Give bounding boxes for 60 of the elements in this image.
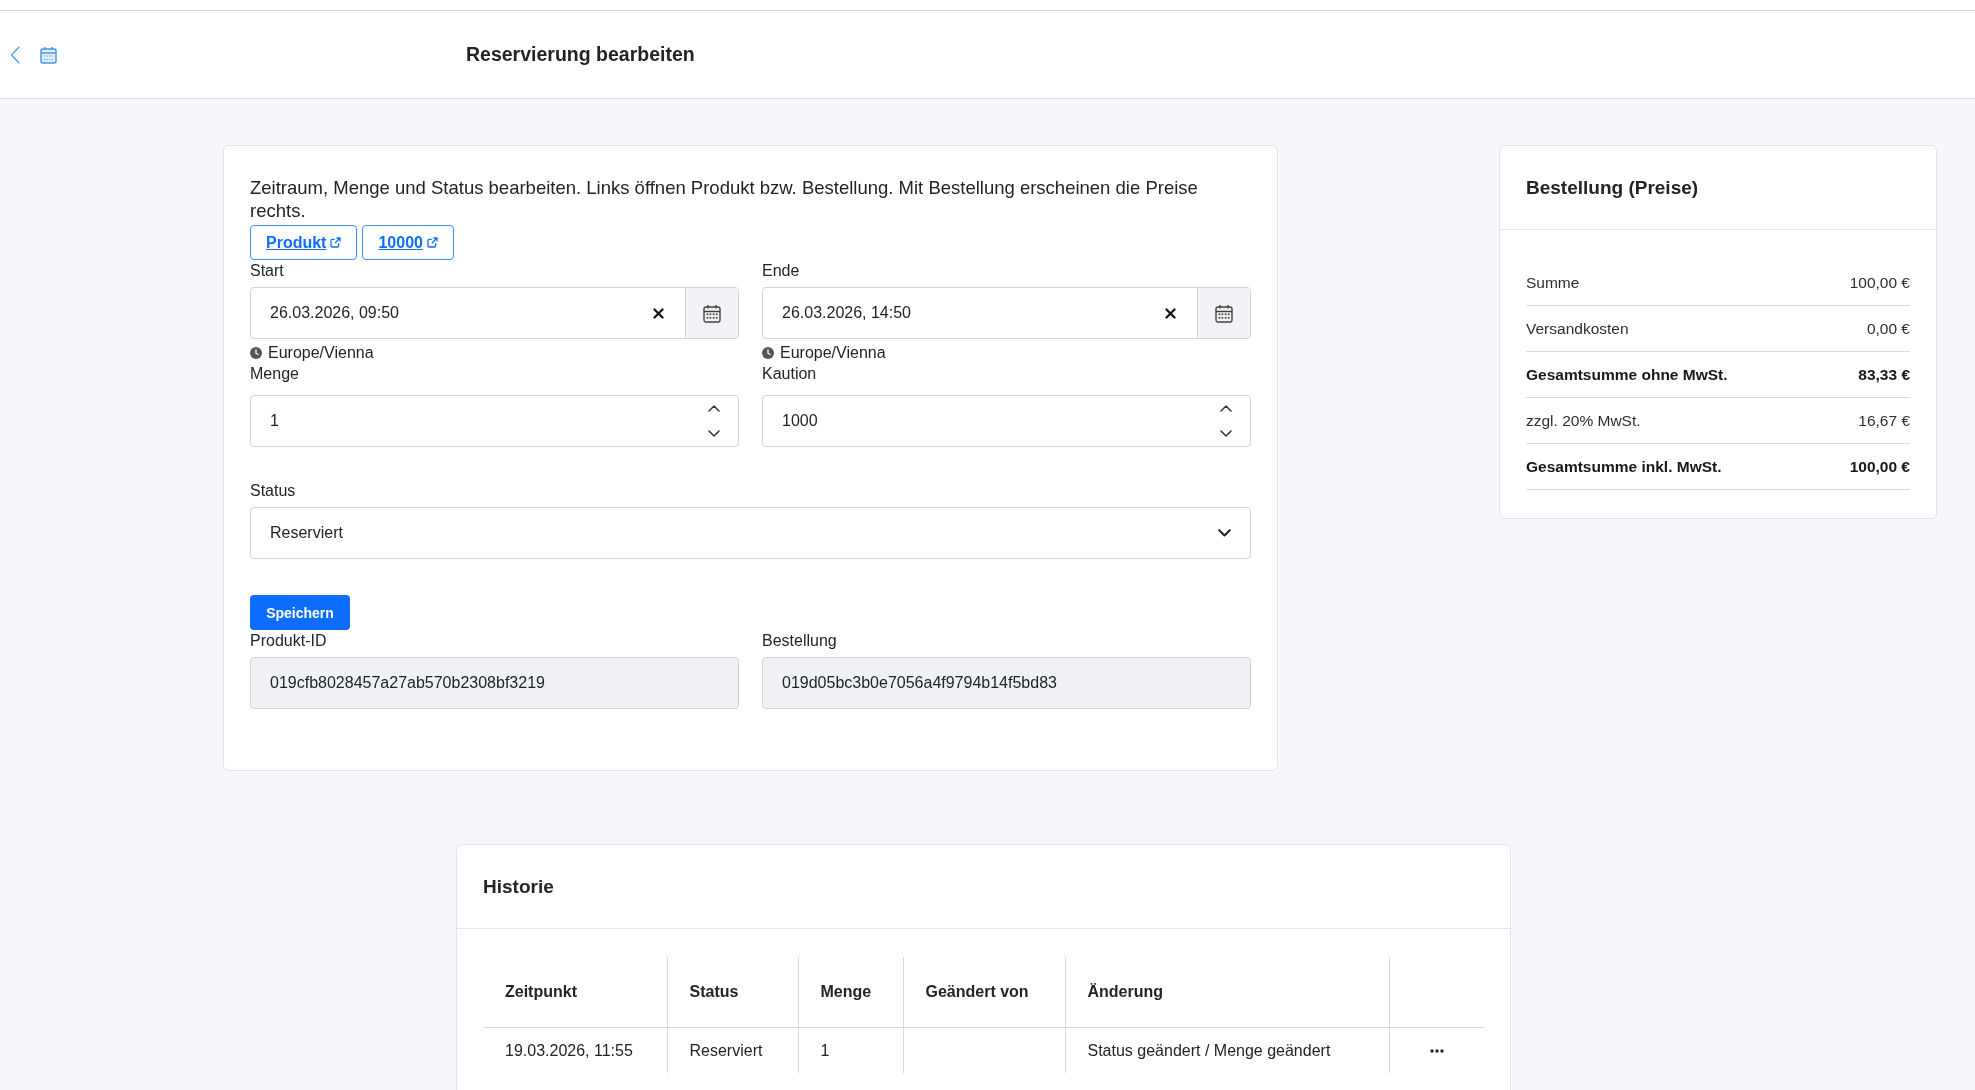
page-title: Reservierung bearbeiten <box>466 43 695 66</box>
close-icon[interactable] <box>653 307 664 319</box>
date-field[interactable]: 26.03.2026, 14:50 <box>762 287 1251 339</box>
calendar-button[interactable] <box>685 288 738 338</box>
chevron-up-icon[interactable] <box>1220 405 1232 412</box>
readonly-field[interactable]: 019cfb8028457a27ab570b2308bf3219 <box>250 657 739 709</box>
clock-icon <box>250 347 262 359</box>
field-label: Menge <box>250 364 300 384</box>
timezone-label: Europe/Vienna <box>780 343 886 363</box>
chevron-down-icon[interactable] <box>708 430 720 437</box>
price-value: 16,67 € <box>1858 412 1910 430</box>
select-field[interactable]: Reserviert <box>250 507 1251 559</box>
column-header: Zeitpunkt <box>483 957 667 1028</box>
price-label: Gesamtsumme ohne MwSt. <box>1526 366 1728 384</box>
price-label: Gesamtsumme inkl. MwSt. <box>1526 458 1722 476</box>
table-cell: 1 <box>798 1027 903 1073</box>
ellipsis-icon[interactable] <box>1429 1049 1444 1054</box>
number-field[interactable]: 1 <box>250 395 739 447</box>
table-cell: Reserviert <box>667 1027 798 1073</box>
price-label: Summe <box>1526 274 1580 292</box>
chevron-down-icon[interactable] <box>1220 430 1232 437</box>
external-link-icon <box>330 237 342 248</box>
save-button[interactable]: Speichern <box>250 595 350 630</box>
external-link-icon <box>426 237 438 248</box>
price-value: 100,00 € <box>1849 274 1910 292</box>
price-value: 100,00 € <box>1849 458 1910 476</box>
price-label: Versandkosten <box>1526 320 1629 338</box>
calendar-button[interactable] <box>1197 288 1250 338</box>
readonly-field[interactable]: 019d05bc3b0e7056a4f9794b14f5bd83 <box>762 657 1251 709</box>
field-label: Start <box>250 261 285 281</box>
timezone-label: Europe/Vienna <box>268 343 374 363</box>
chevron-left-icon[interactable] <box>10 45 20 64</box>
field-label: Bestellung <box>762 631 838 651</box>
calendar-icon <box>1215 303 1233 323</box>
chevron-down-icon <box>1218 529 1231 537</box>
clock-icon <box>762 347 774 359</box>
link-button[interactable]: 10000 <box>362 225 454 260</box>
field-label: Produkt-ID <box>250 631 328 651</box>
field-label: Status <box>250 481 297 501</box>
column-header: Änderung <box>1065 957 1389 1028</box>
price-value: 83,33 € <box>1858 366 1910 384</box>
calendar-icon <box>703 303 721 323</box>
column-header: Status <box>667 957 798 1028</box>
link-button[interactable]: Produkt <box>250 225 358 260</box>
field-label: Ende <box>762 261 801 281</box>
calendar-icon[interactable] <box>40 45 57 64</box>
date-field[interactable]: 26.03.2026, 09:50 <box>250 287 739 339</box>
table-cell: Status geändert / Menge geändert <box>1065 1027 1389 1073</box>
number-field[interactable]: 1000 <box>762 395 1251 447</box>
price-value: 0,00 € <box>1866 320 1910 338</box>
card-title: Bestellung (Preise) <box>1500 146 1936 230</box>
chevron-up-icon[interactable] <box>708 405 720 412</box>
field-label: Kaution <box>762 364 818 384</box>
column-header: Menge <box>798 957 903 1028</box>
price-label: zzgl. 20% MwSt. <box>1526 412 1641 430</box>
close-icon[interactable] <box>1165 307 1176 319</box>
table-cell: 19.03.2026, 11:55 <box>483 1027 667 1073</box>
description-text: Zeitraum, Menge und Status bearbeiten. Links öffnen Produkt bzw. Bestellung. Mit Bestellung erscheinen die Preise rechts. <box>250 176 1199 222</box>
column-header: Geändert von <box>903 957 1065 1028</box>
card-title: Historie <box>457 845 1510 929</box>
